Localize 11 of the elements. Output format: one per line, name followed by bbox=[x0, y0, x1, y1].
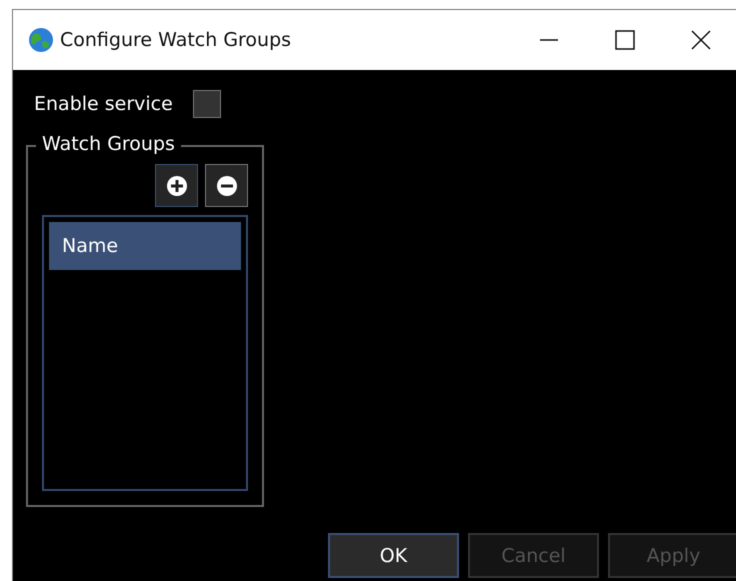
globe-icon bbox=[28, 27, 54, 53]
remove-button[interactable] bbox=[205, 164, 248, 207]
dialog-button[interactable]: OK bbox=[328, 533, 459, 578]
plus-icon bbox=[166, 174, 188, 196]
add-button[interactable] bbox=[155, 164, 198, 207]
watch-groups-legend: Watch Groups bbox=[36, 133, 181, 155]
column-header[interactable]: Name bbox=[49, 222, 241, 270]
enable-service-label: Enable service bbox=[34, 93, 173, 115]
minus-icon bbox=[216, 174, 238, 196]
enable-service-checkbox[interactable] bbox=[192, 90, 221, 118]
window-title: Configure Watch Groups bbox=[60, 29, 292, 51]
